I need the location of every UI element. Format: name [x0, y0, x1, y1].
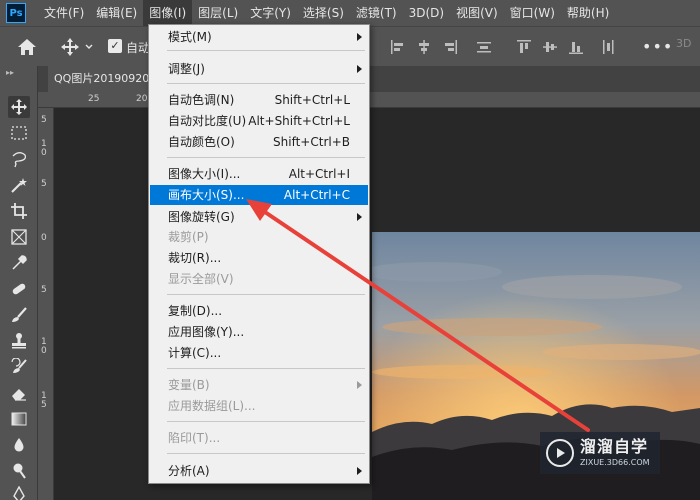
menu-edit[interactable]: 编辑(E) — [90, 0, 143, 26]
menu-item-auto-contrast[interactable]: 自动对比度(U) Alt+Shift+Ctrl+L — [150, 111, 368, 131]
menu-view[interactable]: 视图(V) — [450, 0, 504, 26]
ruler-label: 0 — [41, 233, 47, 243]
ruler-label: 5 — [41, 115, 47, 125]
collapse-panel-icon[interactable]: ▸▸ — [6, 68, 14, 77]
play-logo-icon — [546, 439, 574, 467]
tools-panel: ▸▸ — [0, 66, 38, 500]
menu-item-canvas-size[interactable]: 画布大小(S)... Alt+Ctrl+C — [150, 185, 368, 205]
menu-separator — [167, 368, 365, 369]
menu-item-variables[interactable]: 变量(B) — [150, 375, 368, 395]
photoshop-logo[interactable]: Ps — [6, 3, 26, 23]
eraser-icon[interactable] — [8, 382, 30, 404]
dodge-icon[interactable] — [8, 460, 30, 482]
menu-item-mode[interactable]: 模式(M) — [150, 27, 368, 47]
align-right-icon[interactable] — [442, 39, 458, 55]
ruler-label: 5 — [41, 285, 47, 295]
3d-mode-label[interactable]: 3D — [676, 37, 691, 50]
healing-brush-icon[interactable] — [8, 278, 30, 300]
eyedropper-icon[interactable] — [8, 252, 30, 274]
move-icon[interactable] — [8, 96, 30, 118]
menu-help[interactable]: 帮助(H) — [561, 0, 615, 26]
menu-item-trap[interactable]: 陷印(T)... — [150, 428, 368, 448]
history-brush-icon[interactable] — [8, 356, 30, 378]
align-left-icon[interactable] — [390, 39, 406, 55]
gradient-icon[interactable] — [8, 408, 30, 430]
menu-item-apply-image[interactable]: 应用图像(Y)... — [150, 322, 368, 342]
menu-window[interactable]: 窗口(W) — [504, 0, 561, 26]
ruler-label: 1 5 — [41, 391, 47, 410]
move-tool-preset-icon[interactable] — [58, 35, 98, 59]
menu-select[interactable]: 选择(S) — [297, 0, 350, 26]
crop-icon[interactable] — [8, 200, 30, 222]
menu-file[interactable]: 文件(F) — [38, 0, 90, 26]
align-center-icon[interactable] — [416, 39, 432, 55]
submenu-arrow-icon — [357, 381, 362, 389]
menu-3d[interactable]: 3D(D) — [403, 0, 450, 26]
auto-select-label: 自动 — [126, 41, 151, 55]
ruler-label: 5 — [41, 179, 47, 189]
align-top-icon[interactable] — [516, 39, 532, 55]
menu-item-reveal-all[interactable]: 显示全部(V) — [150, 269, 368, 289]
submenu-arrow-icon — [357, 33, 362, 41]
align-middle-icon[interactable] — [542, 39, 558, 55]
menu-item-apply-data-set[interactable]: 应用数据组(L)... — [150, 396, 368, 416]
menu-item-duplicate[interactable]: 复制(D)... — [150, 301, 368, 321]
menu-item-image-rotation[interactable]: 图像旋转(G) — [150, 207, 368, 227]
brush-icon[interactable] — [8, 304, 30, 326]
watermark-subtitle: ZIXUE.3D66.COM — [580, 458, 650, 467]
clone-stamp-icon[interactable] — [8, 330, 30, 352]
menu-separator — [167, 421, 365, 422]
watermark-title: 溜溜自学 — [580, 437, 649, 456]
menu-item-calculations[interactable]: 计算(C)... — [150, 343, 368, 363]
watermark-badge: 溜溜自学 ZIXUE.3D66.COM — [540, 432, 660, 474]
ruler-vertical: 5 1 0 5 0 5 1 0 1 5 — [38, 108, 54, 500]
menu-item-analysis[interactable]: 分析(A) — [150, 461, 368, 481]
auto-select-checkbox[interactable]: ✓ — [108, 39, 122, 53]
menu-layer[interactable]: 图层(L) — [192, 0, 244, 26]
submenu-arrow-icon — [357, 467, 362, 475]
menu-separator — [167, 157, 365, 158]
magic-wand-icon[interactable] — [8, 174, 30, 196]
menu-item-image-size[interactable]: 图像大小(I)... Alt+Ctrl+I — [150, 164, 368, 184]
menu-bar: Ps 文件(F) 编辑(E) 图像(I) 图层(L) 文字(Y) 选择(S) 滤… — [0, 0, 700, 26]
document-tab[interactable]: QQ图片20190920 — [48, 66, 160, 92]
distribute-icon[interactable] — [476, 39, 492, 55]
menu-filter[interactable]: 滤镜(T) — [350, 0, 403, 26]
menu-item-adjustments[interactable]: 调整(J) — [150, 59, 368, 79]
ruler-label: 1 0 — [41, 139, 47, 158]
menu-item-trim[interactable]: 裁切(R)... — [150, 248, 368, 268]
menu-item-auto-color[interactable]: 自动颜色(O) Shift+Ctrl+B — [150, 132, 368, 152]
ruler-label: 20 — [136, 94, 148, 104]
submenu-arrow-icon — [357, 213, 362, 221]
menu-item-auto-tone[interactable]: 自动色调(N) Shift+Ctrl+L — [150, 90, 368, 110]
ruler-label: 1 0 — [41, 337, 47, 356]
menu-separator — [167, 83, 365, 84]
frame-icon[interactable] — [8, 226, 30, 248]
home-icon[interactable] — [12, 35, 42, 59]
distribute-vertical-icon[interactable] — [600, 39, 616, 55]
menu-separator — [167, 453, 365, 454]
menu-item-crop[interactable]: 裁剪(P) — [150, 227, 368, 247]
lasso-icon[interactable] — [8, 148, 30, 170]
menu-separator — [167, 50, 365, 51]
ruler-label: 25 — [88, 94, 100, 104]
menu-image[interactable]: 图像(I) — [143, 0, 193, 26]
more-options-icon[interactable]: ••• — [642, 37, 673, 56]
align-bottom-icon[interactable] — [568, 39, 584, 55]
blur-icon[interactable] — [8, 434, 30, 456]
submenu-arrow-icon — [357, 65, 362, 73]
menu-type[interactable]: 文字(Y) — [244, 0, 297, 26]
pen-icon[interactable] — [8, 484, 30, 500]
marquee-icon[interactable] — [8, 122, 30, 144]
image-menu-dropdown: 模式(M) 调整(J) 自动色调(N) Shift+Ctrl+L 自动对比度(U)… — [148, 24, 370, 484]
menu-separator — [167, 294, 365, 295]
